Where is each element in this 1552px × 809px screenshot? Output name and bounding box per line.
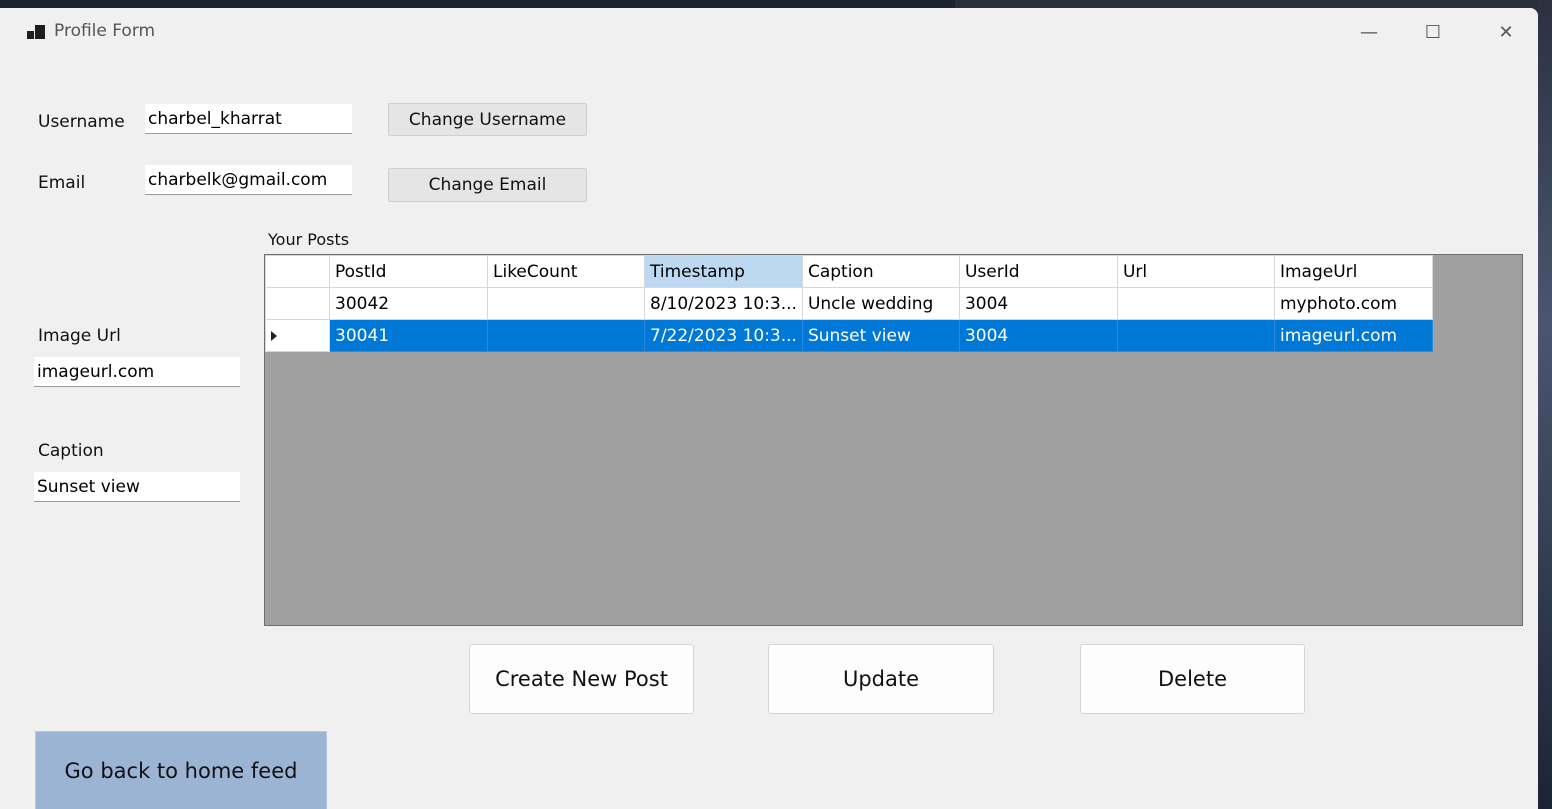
window-title: Profile Form <box>54 21 156 41</box>
column-header-url[interactable]: Url <box>1116 255 1275 288</box>
image-url-label: Image Url <box>38 326 121 346</box>
cell-likecount[interactable] <box>487 319 645 352</box>
cell-caption[interactable]: Sunset view <box>801 319 960 352</box>
cell-postid[interactable]: 30041 <box>329 319 488 352</box>
posts-data-grid[interactable]: PostId LikeCount Timestamp Caption UserI… <box>264 254 1523 626</box>
update-button[interactable]: Update <box>768 644 994 714</box>
cell-userid[interactable]: 3004 <box>958 319 1118 352</box>
username-input[interactable] <box>145 104 352 134</box>
row-header[interactable] <box>265 287 330 320</box>
title-bar[interactable]: Profile Form — ☐ ✕ <box>0 8 1538 56</box>
app-icon <box>27 25 45 39</box>
cell-url[interactable] <box>1116 319 1275 352</box>
email-label: Email <box>38 173 86 193</box>
cell-imageurl[interactable]: myphoto.com <box>1273 287 1433 320</box>
image-url-input[interactable] <box>34 357 240 387</box>
cell-url[interactable] <box>1116 287 1275 320</box>
desktop-background-edge <box>1538 0 1552 809</box>
cell-timestamp[interactable]: 8/10/2023 10:3... <box>644 287 803 320</box>
profile-form-window: Profile Form — ☐ ✕ Username Change Usern… <box>0 8 1538 809</box>
posts-table: PostId LikeCount Timestamp Caption UserI… <box>265 255 1433 352</box>
cell-likecount[interactable] <box>487 287 645 320</box>
close-icon[interactable]: ✕ <box>1476 8 1536 56</box>
caption-label: Caption <box>38 441 104 461</box>
cell-imageurl[interactable]: imageurl.com <box>1273 319 1433 352</box>
table-row-selected[interactable]: 30041 7/22/2023 10:3... Sunset view 3004… <box>265 319 1433 352</box>
cell-postid[interactable]: 30042 <box>329 287 488 320</box>
change-email-button[interactable]: Change Email <box>388 168 587 202</box>
go-back-home-button[interactable]: Go back to home feed <box>35 731 327 809</box>
row-header-corner[interactable] <box>265 255 330 288</box>
delete-button[interactable]: Delete <box>1080 644 1305 714</box>
column-header-timestamp[interactable]: Timestamp <box>644 255 803 288</box>
cell-caption[interactable]: Uncle wedding <box>801 287 960 320</box>
column-header-userid[interactable]: UserId <box>958 255 1118 288</box>
create-new-post-button[interactable]: Create New Post <box>469 644 694 714</box>
column-header-likecount[interactable]: LikeCount <box>487 255 645 288</box>
your-posts-label: Your Posts <box>268 230 350 249</box>
column-header-caption[interactable]: Caption <box>801 255 960 288</box>
column-header-postid[interactable]: PostId <box>329 255 488 288</box>
column-header-imageurl[interactable]: ImageUrl <box>1273 255 1433 288</box>
cell-userid[interactable]: 3004 <box>958 287 1118 320</box>
table-header-row: PostId LikeCount Timestamp Caption UserI… <box>265 255 1433 288</box>
username-label: Username <box>38 112 125 132</box>
maximize-icon[interactable]: ☐ <box>1403 8 1463 56</box>
caption-input[interactable] <box>34 472 240 502</box>
email-input[interactable] <box>145 165 352 195</box>
minimize-icon[interactable]: — <box>1339 8 1399 56</box>
table-row[interactable]: 30042 8/10/2023 10:3... Uncle wedding 30… <box>265 287 1433 320</box>
cell-timestamp[interactable]: 7/22/2023 10:3... <box>644 319 803 352</box>
change-username-button[interactable]: Change Username <box>388 103 587 136</box>
row-header[interactable] <box>265 319 330 352</box>
current-row-arrow-icon <box>271 330 277 341</box>
